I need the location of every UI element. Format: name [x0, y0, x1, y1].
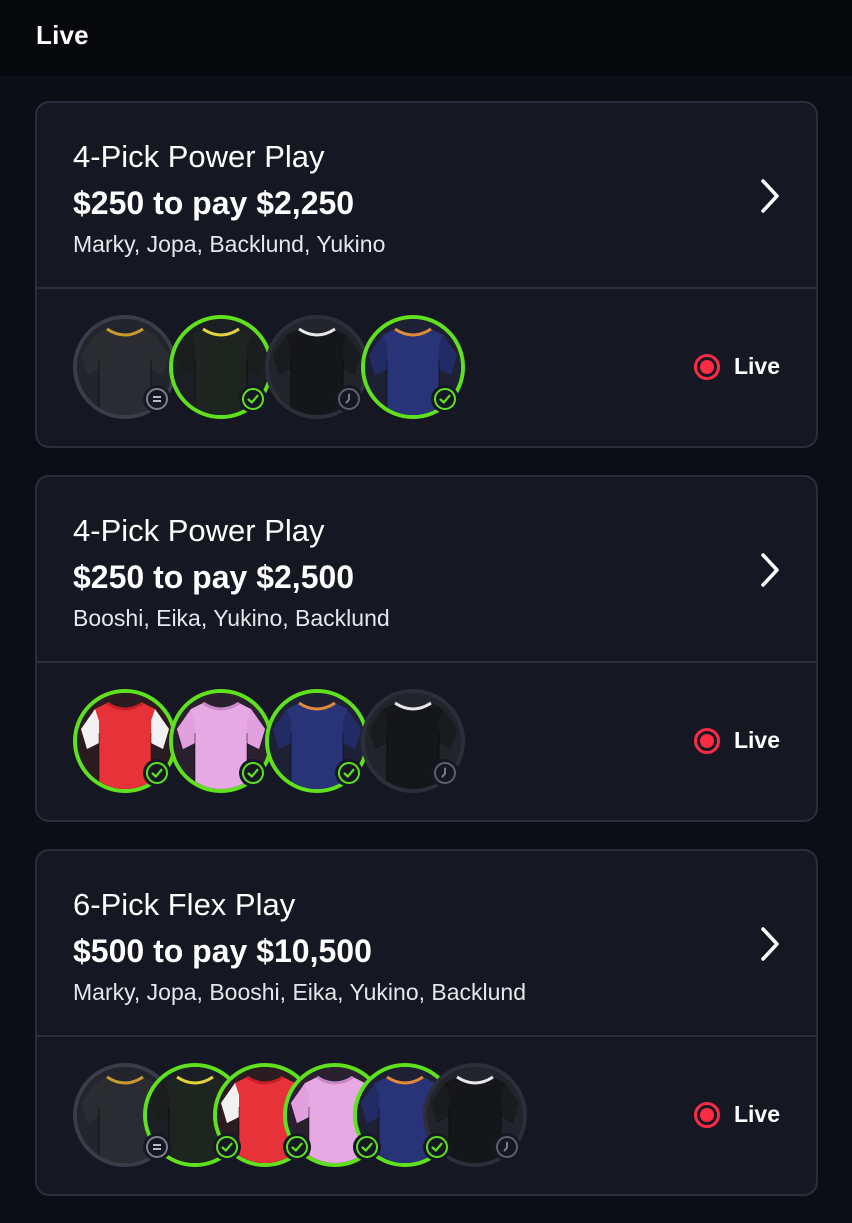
clock-icon	[335, 385, 363, 413]
check-icon	[335, 759, 363, 787]
live-status: Live	[693, 353, 780, 380]
entries-list: 4-Pick Power Play $250 to pay $2,250 Mar…	[35, 101, 818, 1223]
live-dot-icon	[693, 353, 720, 380]
page-title: Live	[36, 20, 89, 50]
check-icon	[423, 1133, 451, 1161]
chevron-right-icon[interactable]	[756, 176, 784, 216]
chevron-right-icon[interactable]	[756, 550, 784, 590]
live-status: Live	[693, 727, 780, 754]
live-dot-icon	[693, 1101, 720, 1128]
entry-footer: Live	[37, 663, 816, 820]
entry-players: Booshi, Eika, Yukino, Backlund	[73, 605, 390, 631]
status-label: Live	[733, 353, 780, 379]
live-status: Live	[693, 1101, 780, 1128]
entry-header[interactable]: 4-Pick Power Play $250 to pay $2,500 Boo…	[37, 477, 816, 663]
status-label: Live	[733, 727, 780, 753]
equals-icon	[143, 1133, 171, 1161]
check-icon	[431, 385, 459, 413]
entry-type: 4-Pick Power Play	[73, 513, 325, 548]
check-icon	[239, 385, 267, 413]
entry-header[interactable]: 6-Pick Flex Play $500 to pay $10,500 Mar…	[37, 851, 816, 1037]
entry-card[interactable]: 4-Pick Power Play $250 to pay $2,250 Mar…	[35, 101, 818, 448]
chevron-right-icon[interactable]	[756, 924, 784, 964]
entry-footer: Live	[37, 1037, 816, 1194]
check-icon	[353, 1133, 381, 1161]
entry-payout: $250 to pay $2,500	[73, 559, 355, 595]
entry-payout: $500 to pay $10,500	[73, 933, 372, 969]
entry-card[interactable]: 6-Pick Flex Play $500 to pay $10,500 Mar…	[35, 849, 818, 1196]
clock-icon	[493, 1133, 521, 1161]
entry-footer: Live	[37, 289, 816, 446]
top-bar: Live	[0, 0, 852, 76]
clock-icon	[431, 759, 459, 787]
entry-type: 4-Pick Power Play	[73, 139, 325, 174]
entry-card[interactable]: 4-Pick Power Play $250 to pay $2,500 Boo…	[35, 475, 818, 822]
entry-header[interactable]: 4-Pick Power Play $250 to pay $2,250 Mar…	[37, 103, 816, 289]
check-icon	[143, 759, 171, 787]
entry-type: 6-Pick Flex Play	[73, 887, 296, 922]
check-icon	[283, 1133, 311, 1161]
entry-players: Marky, Jopa, Booshi, Eika, Yukino, Backl…	[73, 979, 527, 1005]
entry-payout: $250 to pay $2,250	[73, 185, 355, 221]
check-icon	[213, 1133, 241, 1161]
status-label: Live	[733, 1101, 780, 1127]
equals-icon	[143, 385, 171, 413]
check-icon	[239, 759, 267, 787]
entry-players: Marky, Jopa, Backlund, Yukino	[73, 231, 386, 257]
live-dot-icon	[693, 727, 720, 754]
